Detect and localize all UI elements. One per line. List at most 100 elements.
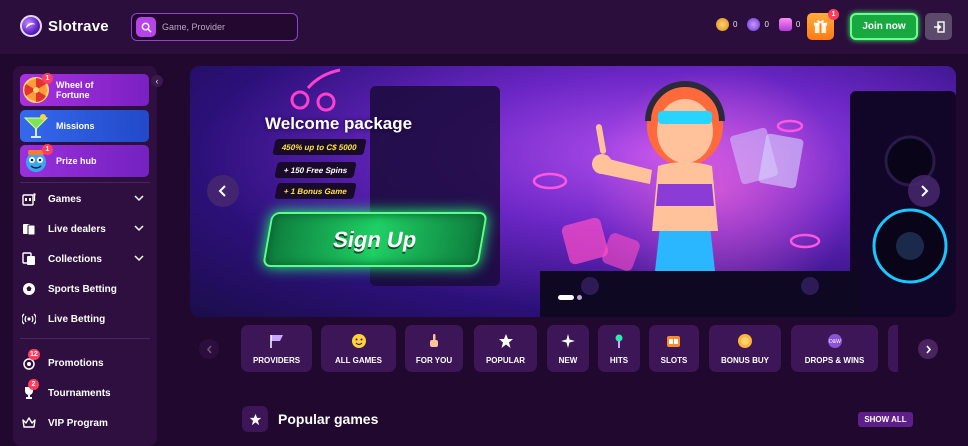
category-label: NEW [558, 356, 578, 365]
banner-prev-button[interactable] [207, 175, 239, 207]
category-label: ALL GAMES [335, 356, 382, 365]
sidebar-item-label: Collections [48, 253, 102, 265]
chevron-right-icon [921, 185, 929, 197]
category-label: SLOTS [660, 356, 688, 365]
balance-purple-value: 0 [764, 20, 769, 29]
logo-text: Slotrave [48, 17, 109, 35]
sidebar-item-tournaments[interactable]: 2 Tournaments [22, 379, 148, 403]
search-icon[interactable] [136, 17, 156, 37]
search-box[interactable] [131, 13, 298, 41]
cocktail-icon [22, 112, 50, 140]
broadcast-icon [22, 312, 36, 326]
svg-text:D&W: D&W [829, 339, 841, 345]
drops-wins-icon: D&W [826, 332, 844, 350]
soccer-ball-icon [22, 282, 36, 296]
category-drops-wins[interactable]: D&W DROPS & WINS [791, 325, 878, 372]
collection-icon [22, 252, 36, 266]
sidebar-item-vip-program[interactable]: VIP Program [22, 413, 148, 433]
top-header: Slotrave 0 0 0 1 Join now [0, 0, 968, 54]
category-popular[interactable]: POPULAR [474, 325, 537, 372]
wheel-icon: 1 [22, 73, 53, 104]
category-providers[interactable]: PROVIDERS [241, 325, 312, 372]
sidebar-item-label: Games [48, 193, 82, 205]
search-input[interactable] [162, 22, 292, 32]
sign-up-button[interactable]: Sign Up [262, 212, 488, 267]
login-icon [933, 20, 945, 33]
promo-missions[interactable]: Missions [20, 110, 149, 142]
gift-button[interactable]: 1 [807, 9, 839, 40]
promo-label: Prize hub [56, 156, 97, 166]
category-for-you[interactable]: FOR YOU [405, 325, 463, 372]
carousel-dot-active[interactable] [558, 295, 574, 300]
chevron-right-icon [925, 344, 931, 354]
sidebar-item-label: Sports Betting [48, 283, 117, 295]
login-button[interactable] [925, 13, 952, 40]
slot-machine-icon [665, 332, 683, 350]
promotions-badge: 12 [28, 349, 40, 360]
banner-offer-spins: + 150 Free Spins [274, 162, 358, 178]
banner-title: Welcome package [265, 114, 413, 133]
smiley-icon [350, 332, 368, 350]
balance-ticket[interactable]: 0 [778, 18, 801, 31]
banner-offer-bonus: 450% up to C$ 5000 [272, 139, 367, 155]
category-slots[interactable]: SLOTS [649, 325, 699, 372]
chevron-down-icon [134, 255, 144, 262]
category-label: FOR YOU [415, 356, 453, 365]
category-new[interactable]: NEW [547, 325, 589, 372]
prize-badge: 1 [42, 144, 53, 155]
sidebar-divider [20, 338, 150, 339]
banner-next-button[interactable] [908, 175, 940, 207]
sidebar-item-live-betting[interactable]: Live Betting [22, 309, 148, 329]
category-partial[interactable] [888, 325, 898, 372]
sidebar-divider [20, 182, 150, 183]
carousel-dot[interactable] [577, 295, 582, 300]
chevron-left-icon [206, 344, 212, 354]
prize-character-icon: 1 [22, 144, 53, 175]
microphone-icon [610, 332, 628, 350]
balance-ticket-value: 0 [795, 20, 801, 29]
promo-wheel-of-fortune[interactable]: 1 Wheel of Fortune [20, 73, 149, 106]
promotion-icon: 12 [22, 349, 40, 370]
category-label: HITS [609, 356, 629, 365]
sidebar-item-label: Promotions [48, 357, 104, 369]
sidebar-item-label: Live dealers [48, 223, 106, 235]
show-all-button[interactable]: SHOW ALL [858, 412, 913, 427]
ticket-icon [778, 18, 792, 31]
logo[interactable]: Slotrave [20, 15, 109, 37]
coin-bag-icon [736, 332, 754, 350]
categories-prev-button[interactable] [199, 339, 219, 359]
sidebar-item-label: Live Betting [48, 313, 106, 325]
logo-icon [20, 15, 42, 37]
category-hits[interactable]: HITS [598, 325, 640, 372]
pointing-hand-icon [425, 332, 443, 350]
sidebar-item-collections[interactable]: Collections [22, 249, 148, 269]
promo-label: Missions [56, 121, 95, 131]
category-label: DROPS & WINS [804, 356, 865, 365]
sidebar-item-live-dealers[interactable]: Live dealers [22, 219, 148, 239]
category-label: PROVIDERS [252, 356, 301, 365]
sidebar-item-games[interactable]: Games [22, 189, 148, 209]
balance-gold-value: 0 [733, 20, 738, 29]
sidebar-item-sports-betting[interactable]: Sports Betting [22, 279, 148, 299]
trophy-icon: 2 [22, 379, 39, 400]
star-icon [497, 332, 515, 350]
section-title: Popular games [278, 411, 379, 427]
category-bonus-buy[interactable]: BONUS BUY [709, 325, 781, 372]
balances: 0 0 0 [716, 18, 800, 31]
category-all-games[interactable]: ALL GAMES [321, 325, 396, 372]
categories-next-button[interactable] [918, 339, 938, 359]
cards-icon [22, 222, 36, 236]
carousel-dots [558, 295, 582, 300]
balance-gold[interactable]: 0 [716, 18, 737, 31]
join-now-button[interactable]: Join now [850, 13, 918, 40]
promo-prize-hub[interactable]: 1 Prize hub [20, 144, 149, 177]
sidebar-item-promotions[interactable]: 12 Promotions [22, 349, 148, 373]
hero-banner[interactable]: Welcome package 450% up to C$ 5000 + 150… [190, 66, 956, 317]
promo-label: Wheel of Fortune [56, 80, 94, 100]
sidebar-collapse-button[interactable]: ‹ [151, 75, 163, 87]
gold-coin-icon [716, 18, 729, 31]
tournaments-badge: 2 [28, 379, 39, 390]
balance-purple[interactable]: 0 [747, 18, 769, 31]
wheel-badge: 1 [42, 73, 53, 84]
chevron-down-icon [134, 195, 144, 202]
